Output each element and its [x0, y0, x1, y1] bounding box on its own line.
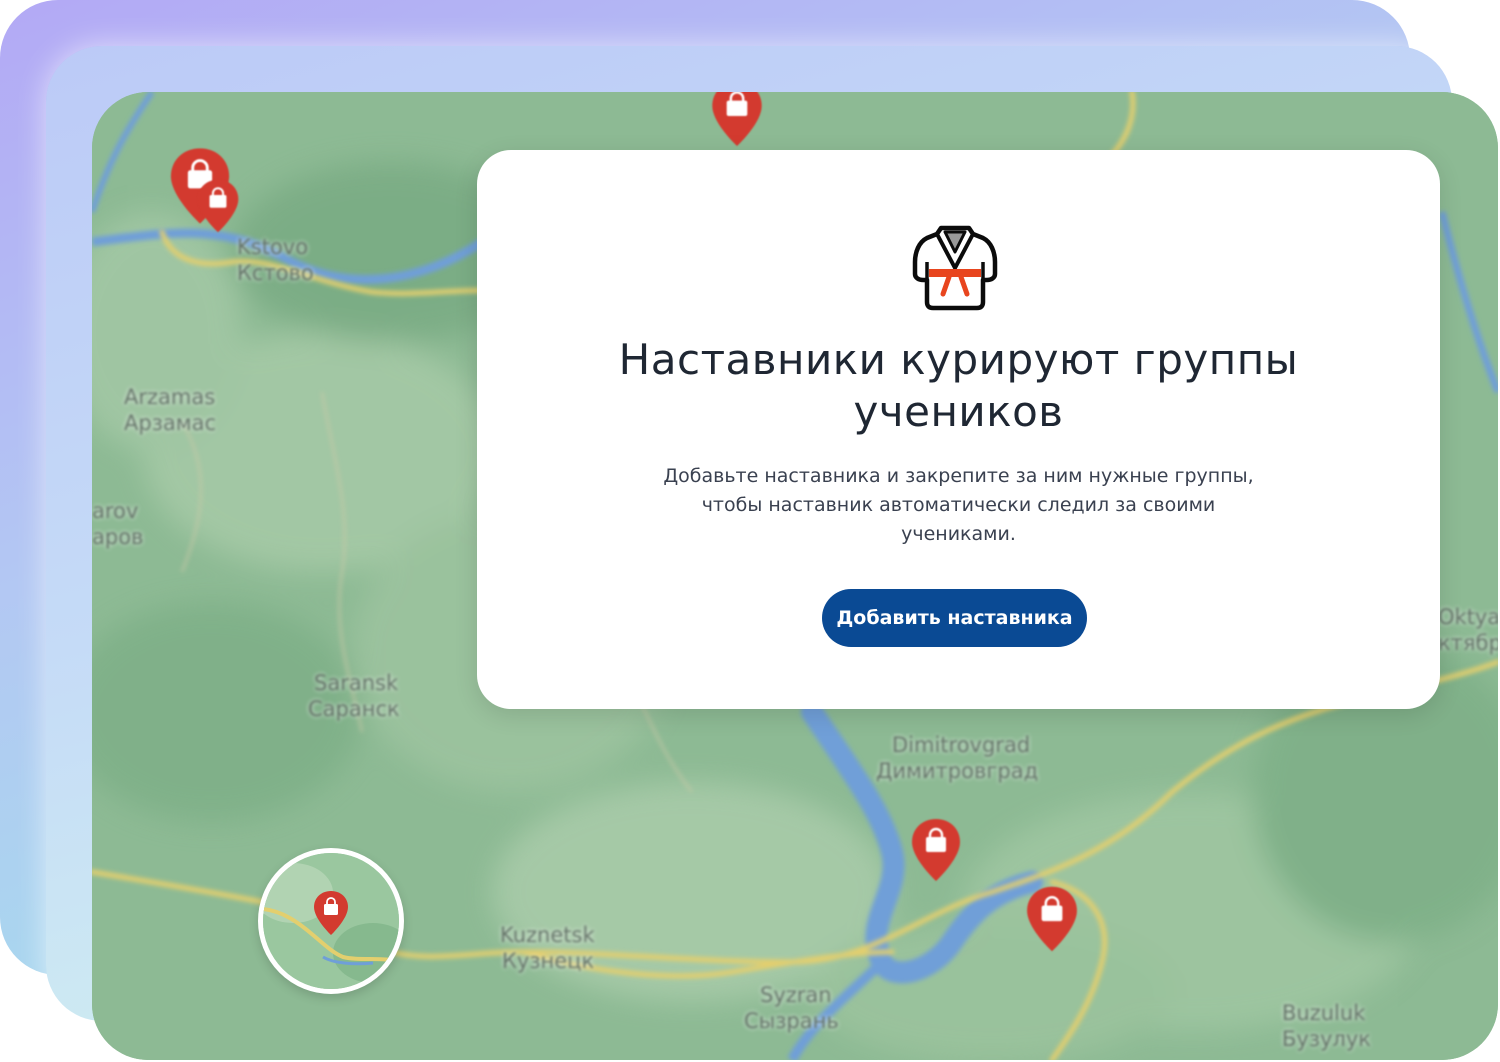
dialog-description: Добавьте наставника и закрепите за ним н…	[663, 465, 1254, 545]
add-mentor-button[interactable]: Добавить наставника	[822, 589, 1087, 647]
map-pin-kstovo-2[interactable]	[196, 178, 240, 234]
map-pin-icon	[712, 92, 762, 146]
map-label-oktyabrsky: Oktya	[1438, 605, 1498, 629]
map-label-arzamas: Arzamas	[124, 385, 216, 409]
map-pin-icon	[912, 819, 960, 881]
map-pin-dimitrovgrad[interactable]	[910, 816, 962, 884]
map-pin-icon	[1027, 886, 1077, 952]
map-label-buzuluk: Buzuluk	[1282, 1001, 1366, 1025]
map-label-saransk: Saransk	[314, 671, 399, 695]
map-label-dimitrovgrad-ru: Димитровград	[876, 759, 1039, 783]
map-pin-samara[interactable]	[1025, 884, 1079, 954]
map-pin-icon	[197, 179, 239, 233]
map-label-dimitrovgrad: Dimitrovgrad	[892, 733, 1031, 757]
map-label-kuznetsk: Kuznetsk	[500, 923, 595, 947]
shopping-bag-icon	[324, 904, 338, 915]
map-label-syzran: Syzran	[760, 983, 832, 1007]
map-label-kstovo-ru: Кстово	[237, 261, 314, 285]
map-label-sarov: arov	[92, 499, 139, 523]
map-label-sarov-ru: apoв	[92, 525, 144, 549]
dialog-title: Наставники курируют группы учеников	[618, 335, 1299, 436]
map-label-syzran-ru: Сызрань	[744, 1009, 839, 1033]
map-label-buzuluk-ru: Бузулук	[1282, 1027, 1371, 1051]
kimono-icon	[911, 222, 999, 312]
map-magnifier[interactable]	[258, 848, 404, 994]
map-label-kuznetsk-ru: Кузнецк	[502, 949, 595, 973]
map-label-arzamas-ru: Арзамас	[124, 411, 216, 435]
map-label-kstovo: Kstovo	[237, 235, 309, 259]
map-pin-top[interactable]	[710, 92, 764, 148]
map-label-oktyabrsky-ru: ктябр	[1438, 631, 1498, 655]
map-label-saransk-ru: Саранск	[308, 697, 400, 721]
mentors-empty-state-dialog: Наставники курируют группы учеников Доба…	[477, 150, 1440, 709]
magnified-map	[263, 853, 399, 989]
